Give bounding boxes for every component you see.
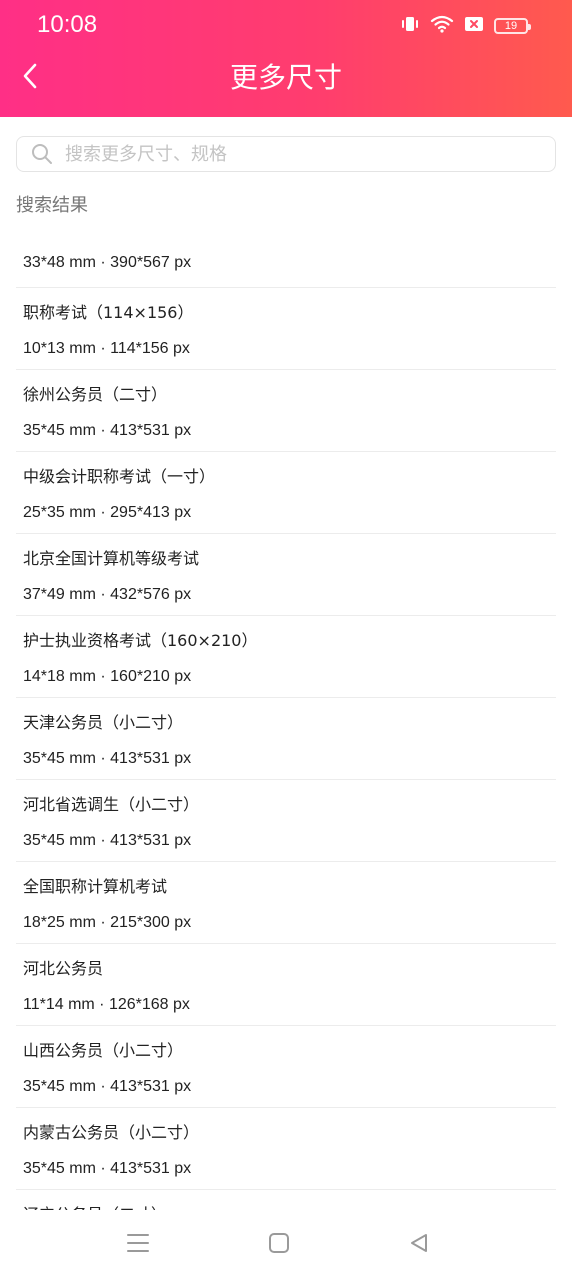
item-name: 河北省选调生（小二寸） xyxy=(23,795,200,814)
home-icon xyxy=(268,1232,290,1258)
item-name: 护士执业资格考试（160×210） xyxy=(23,631,258,650)
list-item[interactable]: 33*48 mm · 390*567 px xyxy=(16,240,556,288)
system-navigation-bar xyxy=(0,1210,572,1280)
home-button[interactable] xyxy=(264,1232,294,1258)
item-spec: 10*13 mm · 114*156 px xyxy=(23,340,190,357)
list-item[interactable]: 辽宁公务员（二寸） xyxy=(16,1190,556,1210)
list-item[interactable]: 河北公务员 11*14 mm · 126*168 px xyxy=(16,944,556,1026)
list-item[interactable]: 全国职称计算机考试 18*25 mm · 215*300 px xyxy=(16,862,556,944)
list-item[interactable]: 河北省选调生（小二寸） 35*45 mm · 413*531 px xyxy=(16,780,556,862)
list-item[interactable]: 山西公务员（小二寸） 35*45 mm · 413*531 px xyxy=(16,1026,556,1108)
search-input[interactable] xyxy=(65,143,505,165)
sim-blocked-icon xyxy=(464,15,484,37)
results-list: 33*48 mm · 390*567 px 职称考试（114×156） 10*1… xyxy=(16,240,556,1210)
status-icons: 19 xyxy=(400,14,531,38)
status-time: 10:08 xyxy=(37,11,98,38)
item-spec: 14*18 mm · 160*210 px xyxy=(23,668,192,685)
item-spec: 18*25 mm · 215*300 px xyxy=(23,914,192,931)
app-header: 10:08 19 更多尺寸 xyxy=(0,0,572,117)
item-spec: 25*35 mm · 295*413 px xyxy=(23,504,192,521)
list-item[interactable]: 内蒙古公务员（小二寸） 35*45 mm · 413*531 px xyxy=(16,1108,556,1190)
search-results-label: 搜索结果 xyxy=(16,195,88,216)
vibrate-icon xyxy=(400,14,420,38)
item-spec: 35*45 mm · 413*531 px xyxy=(23,422,192,439)
list-item[interactable]: 天津公务员（小二寸） 35*45 mm · 413*531 px xyxy=(16,698,556,780)
item-spec: 35*45 mm · 413*531 px xyxy=(23,750,192,767)
wifi-icon xyxy=(430,14,454,38)
item-name: 职称考试（114×156） xyxy=(23,303,194,322)
item-name: 全国职称计算机考试 xyxy=(23,877,168,896)
battery-icon: 19 xyxy=(494,18,531,34)
list-item[interactable]: 中级会计职称考试（一寸） 25*35 mm · 295*413 px xyxy=(16,452,556,534)
item-name: 北京全国计算机等级考试 xyxy=(23,549,200,568)
search-bar[interactable] xyxy=(16,136,556,172)
search-icon xyxy=(31,143,53,165)
menu-button[interactable] xyxy=(123,1232,153,1258)
list-item[interactable]: 徐州公务员（二寸） 35*45 mm · 413*531 px xyxy=(16,370,556,452)
status-bar: 10:08 19 xyxy=(0,0,572,50)
nav-bar: 更多尺寸 xyxy=(0,50,572,117)
item-name: 辽宁公务员（二寸） xyxy=(16,1190,556,1210)
item-spec: 11*14 mm · 126*168 px xyxy=(23,996,190,1013)
menu-icon xyxy=(126,1232,150,1258)
back-triangle-icon xyxy=(408,1232,430,1258)
battery-level: 19 xyxy=(504,20,518,32)
list-item[interactable]: 职称考试（114×156） 10*13 mm · 114*156 px xyxy=(16,288,556,370)
item-name: 中级会计职称考试（一寸） xyxy=(23,467,216,486)
item-spec: 35*45 mm · 413*531 px xyxy=(23,1078,192,1095)
item-name: 徐州公务员（二寸） xyxy=(23,385,168,404)
list-item[interactable]: 北京全国计算机等级考试 37*49 mm · 432*576 px xyxy=(16,534,556,616)
item-name: 河北公务员 xyxy=(23,959,104,978)
item-spec: 35*45 mm · 413*531 px xyxy=(23,1160,192,1177)
item-spec: 33*48 mm · 390*567 px xyxy=(23,254,192,271)
item-name: 山西公务员（小二寸） xyxy=(23,1041,184,1060)
list-item[interactable]: 护士执业资格考试（160×210） 14*18 mm · 160*210 px xyxy=(16,616,556,698)
system-back-button[interactable] xyxy=(404,1232,434,1258)
item-spec: 35*45 mm · 413*531 px xyxy=(23,832,192,849)
item-name: 内蒙古公务员（小二寸） xyxy=(23,1123,200,1142)
item-name: 天津公务员（小二寸） xyxy=(23,713,184,732)
item-spec: 37*49 mm · 432*576 px xyxy=(23,586,192,603)
page-title: 更多尺寸 xyxy=(229,61,342,94)
